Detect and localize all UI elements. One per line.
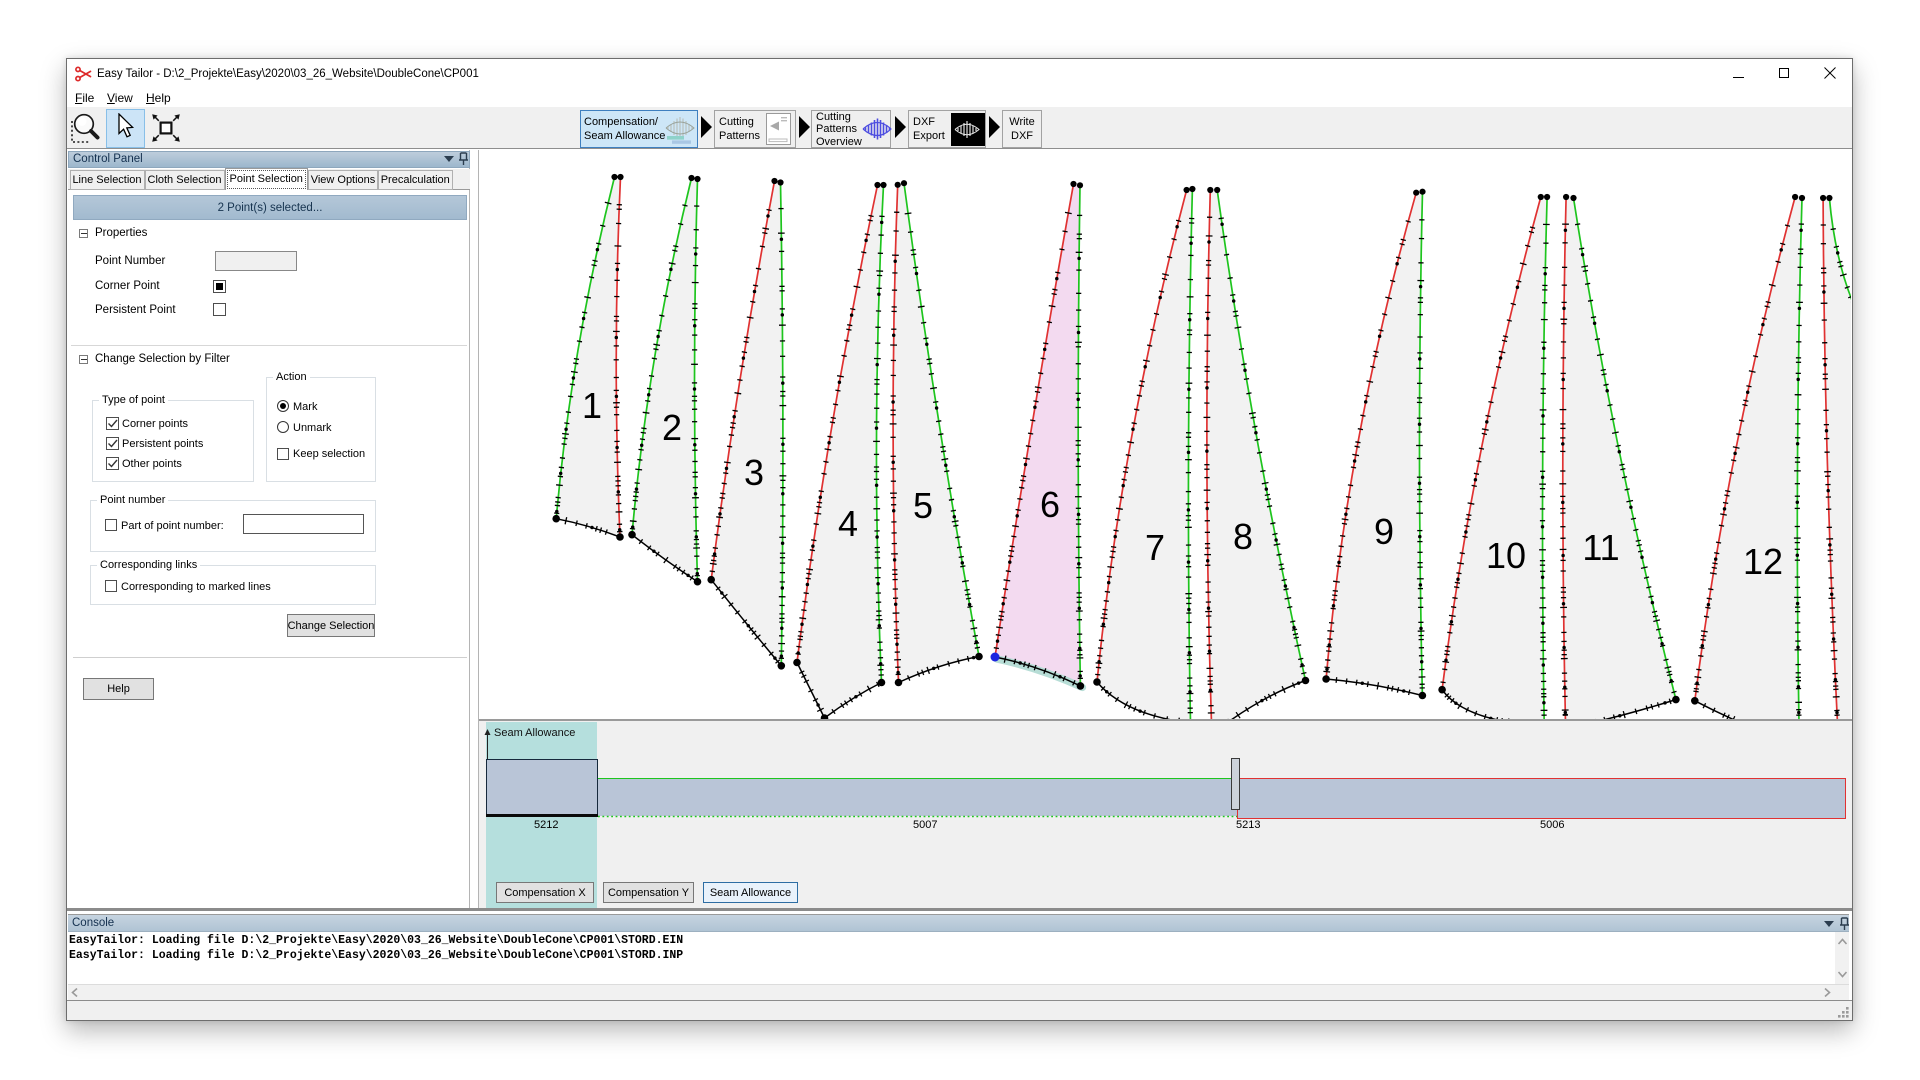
svg-text:1: 1 [582, 385, 602, 426]
svg-text:2: 2 [662, 407, 682, 448]
svg-text:9: 9 [1374, 511, 1394, 552]
svg-text:7: 7 [1145, 527, 1165, 568]
svg-text:5: 5 [913, 485, 933, 526]
svg-text:12: 12 [1743, 541, 1783, 582]
svg-text:3: 3 [744, 452, 764, 493]
svg-text:11: 11 [1582, 527, 1619, 568]
svg-text:8: 8 [1233, 516, 1253, 557]
svg-text:6: 6 [1040, 484, 1060, 525]
svg-text:10: 10 [1486, 535, 1526, 576]
svg-text:4: 4 [838, 503, 858, 544]
